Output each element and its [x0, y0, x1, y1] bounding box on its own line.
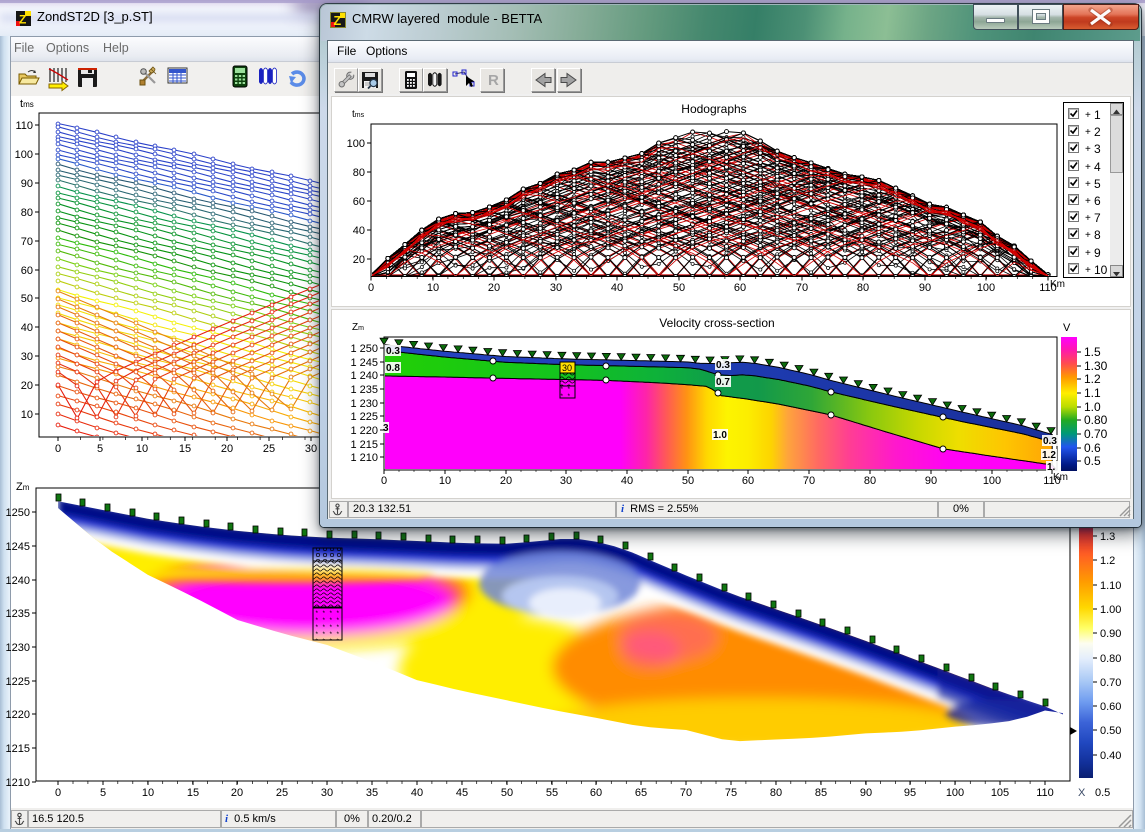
- svg-text:30: 30: [21, 351, 33, 363]
- svg-text:1225: 1225: [6, 676, 30, 688]
- svg-text:35: 35: [366, 787, 378, 799]
- svg-text:0: 0: [55, 443, 61, 455]
- svg-text:tms: tms: [20, 98, 34, 110]
- svg-text:80: 80: [770, 787, 782, 799]
- svg-text:0.50: 0.50: [1100, 725, 1121, 737]
- svg-text:Zm: Zm: [16, 481, 30, 493]
- svg-text:50: 50: [21, 293, 33, 305]
- svg-text:5: 5: [97, 443, 103, 455]
- svg-text:75: 75: [725, 787, 737, 799]
- svg-text:70: 70: [680, 787, 692, 799]
- svg-text:90: 90: [860, 787, 872, 799]
- svg-text:85: 85: [815, 787, 827, 799]
- svg-text:Z: Z: [334, 14, 342, 28]
- svg-text:1245: 1245: [6, 541, 30, 553]
- svg-text:0.80: 0.80: [1100, 653, 1121, 665]
- svg-text:0.90: 0.90: [1100, 628, 1121, 640]
- svg-text:30: 30: [305, 443, 317, 455]
- svg-text:65: 65: [635, 787, 647, 799]
- svg-text:1.00: 1.00: [1100, 604, 1121, 616]
- svg-text:20: 20: [21, 380, 33, 392]
- svg-text:1230: 1230: [6, 642, 30, 654]
- svg-text:60: 60: [590, 787, 602, 799]
- svg-text:25: 25: [276, 787, 288, 799]
- svg-text:X: X: [1078, 787, 1086, 799]
- svg-text:100: 100: [946, 787, 964, 799]
- svg-text:20: 20: [221, 443, 233, 455]
- svg-text:10: 10: [21, 409, 33, 421]
- svg-text:40: 40: [21, 322, 33, 334]
- svg-text:1220: 1220: [6, 709, 30, 721]
- svg-text:45: 45: [456, 787, 468, 799]
- svg-text:1240: 1240: [6, 575, 30, 587]
- svg-text:100: 100: [15, 149, 33, 161]
- svg-text:25: 25: [263, 443, 275, 455]
- svg-text:10: 10: [142, 787, 154, 799]
- svg-text:80: 80: [21, 207, 33, 219]
- svg-text:0.60: 0.60: [1100, 701, 1121, 713]
- svg-text:0.5: 0.5: [1095, 787, 1110, 799]
- svg-text:20: 20: [231, 787, 243, 799]
- svg-text:0.40: 0.40: [1100, 750, 1121, 762]
- svg-text:0.70: 0.70: [1100, 677, 1121, 689]
- svg-text:1210: 1210: [6, 777, 30, 789]
- svg-text:15: 15: [187, 787, 199, 799]
- svg-text:70: 70: [21, 236, 33, 248]
- svg-text:60: 60: [21, 265, 33, 277]
- svg-text:55: 55: [546, 787, 558, 799]
- svg-text:1.10: 1.10: [1100, 580, 1121, 592]
- svg-text:0: 0: [55, 787, 61, 799]
- svg-text:1250: 1250: [6, 507, 30, 519]
- svg-text:5: 5: [100, 787, 106, 799]
- svg-text:30: 30: [321, 787, 333, 799]
- svg-text:90: 90: [21, 178, 33, 190]
- svg-text:105: 105: [991, 787, 1009, 799]
- svg-text:110: 110: [1036, 787, 1054, 799]
- svg-text:110: 110: [15, 120, 33, 132]
- svg-text:95: 95: [904, 787, 916, 799]
- svg-text:1235: 1235: [6, 608, 30, 620]
- svg-text:15: 15: [179, 443, 191, 455]
- svg-text:40: 40: [411, 787, 423, 799]
- svg-text:1.2: 1.2: [1100, 555, 1115, 567]
- svg-text:1215: 1215: [6, 743, 30, 755]
- svg-text:50: 50: [501, 787, 513, 799]
- svg-text:10: 10: [136, 443, 148, 455]
- svg-text:1.3: 1.3: [1100, 531, 1115, 543]
